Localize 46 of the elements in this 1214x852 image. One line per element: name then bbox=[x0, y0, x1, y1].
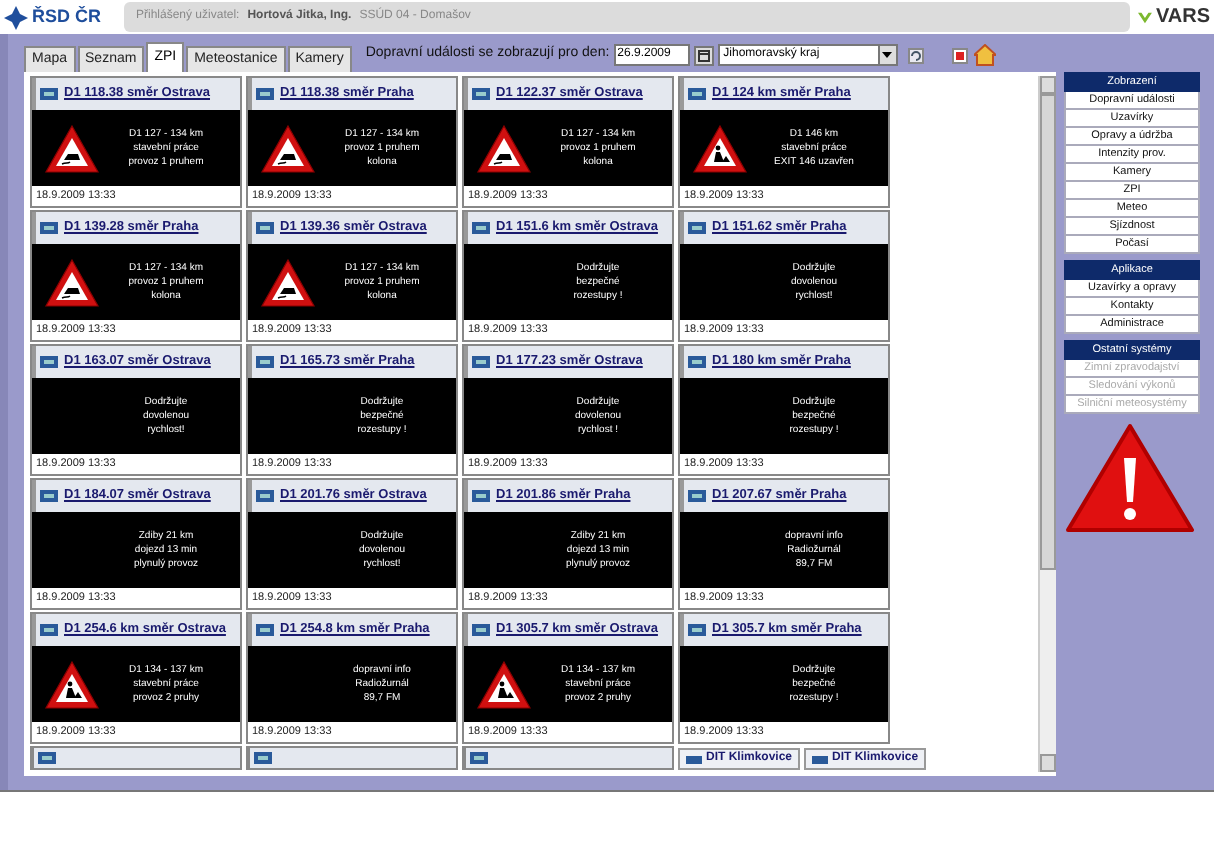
roadwork-sign-icon bbox=[476, 659, 532, 709]
refresh-icon bbox=[907, 47, 924, 63]
home-button[interactable] bbox=[973, 43, 998, 67]
sign-board-icon bbox=[686, 755, 702, 763]
skid-warning-sign-icon bbox=[44, 123, 100, 173]
sign-board-icon bbox=[472, 624, 490, 636]
sign-board-icon bbox=[688, 222, 706, 234]
sign-board-icon bbox=[256, 490, 274, 502]
logo-text: ŘSD ČR bbox=[32, 8, 102, 26]
sign-board-icon bbox=[40, 356, 58, 368]
stop-button[interactable] bbox=[949, 45, 970, 65]
caret-icon bbox=[882, 52, 893, 58]
roadwork-sign-icon bbox=[44, 659, 100, 709]
sign-board-icon bbox=[688, 624, 706, 636]
skid-warning-sign-icon bbox=[476, 123, 532, 173]
skid-warning-sign-icon bbox=[260, 257, 316, 307]
sign-board-icon bbox=[256, 88, 274, 100]
warning-icon bbox=[1064, 422, 1196, 534]
sign-board-icon bbox=[472, 490, 490, 502]
sign-board-icon bbox=[470, 752, 488, 764]
sign-board-icon bbox=[256, 356, 274, 368]
stop-icon bbox=[951, 47, 968, 63]
sign-board-icon bbox=[472, 222, 490, 234]
sign-board-icon bbox=[472, 356, 490, 368]
skid-warning-sign-icon bbox=[44, 257, 100, 307]
sign-board-icon bbox=[688, 88, 706, 100]
sign-board-icon bbox=[40, 624, 58, 636]
sign-board-icon bbox=[256, 222, 274, 234]
sign-board-icon bbox=[40, 222, 58, 234]
skid-warning-sign-icon bbox=[260, 123, 316, 173]
sign-board-icon bbox=[40, 88, 58, 100]
sign-board-icon bbox=[688, 356, 706, 368]
calendar-icon bbox=[697, 49, 710, 61]
sign-board-icon bbox=[472, 88, 490, 100]
sign-board-icon bbox=[688, 490, 706, 502]
refresh-button[interactable] bbox=[905, 45, 926, 65]
calendar-button[interactable] bbox=[693, 45, 714, 65]
check-logo-icon bbox=[1138, 9, 1152, 25]
sign-board-icon bbox=[38, 752, 56, 764]
sign-board-icon bbox=[254, 752, 272, 764]
roadwork-sign-icon bbox=[692, 123, 748, 173]
home-icon bbox=[974, 44, 997, 66]
sign-board-icon bbox=[256, 624, 274, 636]
brand-text: VARS bbox=[1155, 7, 1210, 27]
sign-board-icon bbox=[40, 490, 58, 502]
sign-board-icon bbox=[812, 755, 829, 763]
